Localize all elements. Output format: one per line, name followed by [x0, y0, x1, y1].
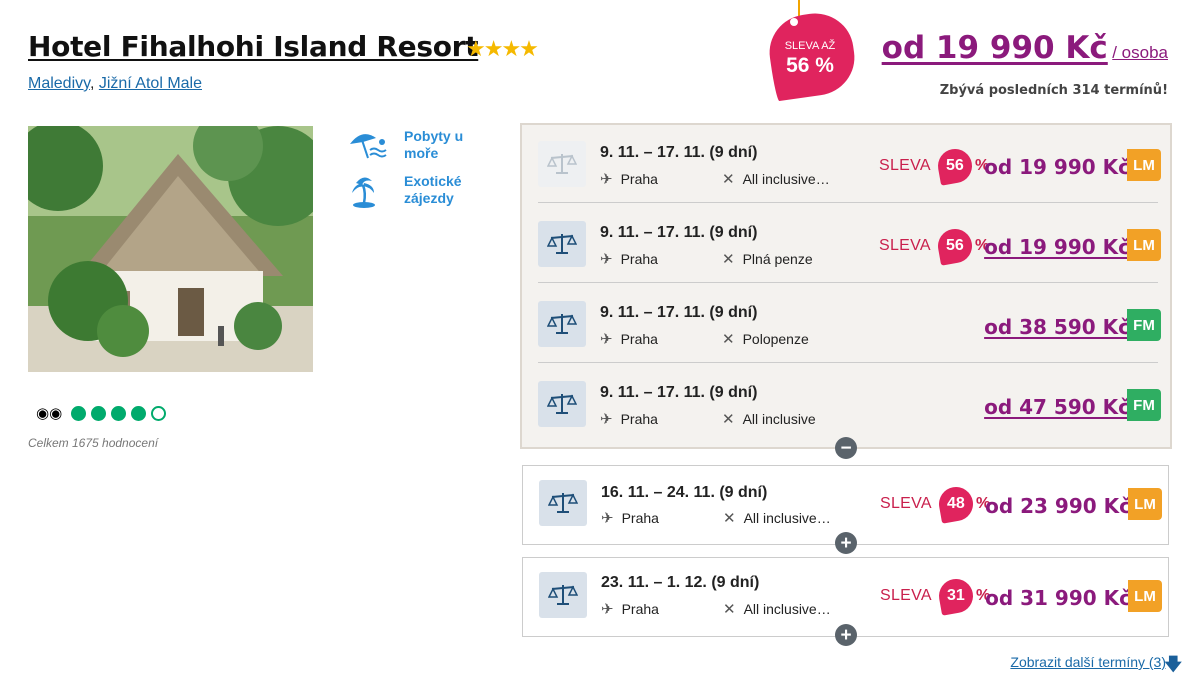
- term-price[interactable]: od 19 990 Kč: [984, 155, 1130, 179]
- category-label[interactable]: Exotické zájezdy: [404, 173, 484, 213]
- term-departure: ✈ Praha: [601, 510, 659, 527]
- term-board: ✕ All inclusive: [722, 411, 816, 428]
- headline-price-amount[interactable]: od 19 990 Kč: [882, 30, 1108, 66]
- term-date: 9. 11. – 17. 11. (9 dní): [600, 304, 758, 321]
- arrow-down-icon[interactable]: 🡇: [1165, 652, 1182, 681]
- compare-scale-icon[interactable]: [539, 572, 587, 618]
- cutlery-icon: ✕: [723, 510, 736, 527]
- plane-icon: ✈: [601, 510, 614, 527]
- term-price[interactable]: od 31 990 Kč: [985, 586, 1131, 610]
- rating-dot-full: [111, 405, 127, 421]
- term-group-expanded: 9. 11. – 17. 11. (9 dní) ✈ Praha ✕ All inc…: [520, 123, 1172, 449]
- beach-umbrella-icon: [350, 134, 387, 159]
- breadcrumb: Maledivy, Jižní Atol Male: [28, 75, 202, 92]
- sale-label: SLEVA: [880, 587, 932, 604]
- term-price[interactable]: od 23 990 Kč: [985, 494, 1131, 518]
- last-minute-badge: LM: [1128, 580, 1162, 612]
- hotel-title[interactable]: Hotel Fihalhohi Island Resort: [28, 30, 479, 63]
- rating-count: Celkem 1675 hodnocení: [28, 436, 159, 450]
- cutlery-icon: ✕: [722, 251, 735, 268]
- compare-scale-icon[interactable]: [538, 301, 586, 347]
- last-minute-badge: LM: [1128, 488, 1162, 520]
- term-row[interactable]: 9. 11. – 17. 11. (9 dní) ✈ Praha ✕ All inc…: [536, 125, 1162, 203]
- discount-badge: 48: [936, 484, 976, 524]
- category-exotic[interactable]: Exotické zájezdy: [348, 173, 484, 213]
- term-departure: ✈ Praha: [600, 331, 658, 348]
- plane-icon: ✈: [600, 411, 613, 428]
- region-link[interactable]: Jižní Atol Male: [99, 75, 202, 92]
- cutlery-icon: ✕: [723, 601, 736, 618]
- term-board: ✕ All inclusive…: [723, 601, 831, 618]
- term-date: 9. 11. – 17. 11. (9 dní): [600, 384, 758, 401]
- term-price[interactable]: od 19 990 Kč: [984, 235, 1130, 259]
- cutlery-icon: ✕: [722, 331, 735, 348]
- cutlery-icon: ✕: [722, 411, 735, 428]
- plane-icon: ✈: [601, 601, 614, 618]
- max-discount-tag: SLEVA AŽ 56 %: [764, 0, 860, 102]
- rating-dot-full: [131, 405, 147, 421]
- rating-dot-full: [91, 405, 107, 421]
- rating-dot-full: [71, 405, 87, 421]
- category-beach[interactable]: Pobyty u moře: [348, 128, 484, 168]
- cutlery-icon: ✕: [722, 171, 735, 188]
- expand-toggle-icon[interactable]: +: [835, 624, 857, 646]
- sale-label: SLEVA: [879, 157, 931, 174]
- show-more-terms-link[interactable]: Zobrazit další termíny (3): [1010, 654, 1166, 670]
- headline-price[interactable]: od 19 990 Kč / osoba: [882, 30, 1168, 66]
- headline-price-per[interactable]: / osoba: [1112, 43, 1168, 62]
- term-row[interactable]: 9. 11. – 17. 11. (9 dní) ✈ Praha ✕ All inc…: [536, 365, 1162, 443]
- term-row[interactable]: 9. 11. – 17. 11. (9 dní) ✈ Praha ✕ Polopen…: [536, 285, 1162, 363]
- term-row[interactable]: 9. 11. – 17. 11. (9 dní) ✈ Praha ✕ Plná pe…: [536, 205, 1162, 283]
- term-date: 16. 11. – 24. 11. (9 dní): [601, 484, 768, 501]
- collapse-toggle-icon[interactable]: −: [835, 437, 857, 459]
- compare-scale-icon[interactable]: [538, 381, 586, 427]
- term-board: ✕ Plná penze: [722, 251, 813, 268]
- term-date: 9. 11. – 17. 11. (9 dní): [600, 224, 758, 241]
- plane-icon: ✈: [600, 171, 613, 188]
- term-departure: ✈ Praha: [600, 251, 658, 268]
- term-departure: ✈ Praha: [600, 411, 658, 428]
- expand-toggle-icon[interactable]: +: [835, 532, 857, 554]
- country-link[interactable]: Maledivy: [28, 75, 90, 92]
- term-price[interactable]: od 47 590 Kč: [984, 395, 1130, 419]
- discount-badge: 31: [936, 576, 976, 616]
- tripadvisor-owl-icon: ◉◉: [36, 405, 63, 422]
- sale-label: SLEVA: [880, 495, 932, 512]
- term-board: ✕ All inclusive…: [722, 171, 830, 188]
- term-board: ✕ Polopenze: [722, 331, 809, 348]
- last-minute-badge: LM: [1127, 229, 1161, 261]
- last-minute-badge: LM: [1127, 149, 1161, 181]
- hotel-photo[interactable]: [28, 126, 313, 372]
- tripadvisor-rating[interactable]: ◉◉: [36, 404, 167, 422]
- palm-island-icon: [352, 177, 375, 208]
- plane-icon: ✈: [600, 251, 613, 268]
- term-board: ✕ All inclusive…: [723, 510, 831, 527]
- compare-scale-icon[interactable]: [538, 141, 586, 187]
- category-label[interactable]: Pobyty u moře: [404, 128, 484, 168]
- hotel-stars: ★★★★: [466, 36, 539, 61]
- term-departure: ✈ Praha: [600, 171, 658, 188]
- term-date: 9. 11. – 17. 11. (9 dní): [600, 144, 758, 161]
- discount-badge: 56: [935, 226, 975, 266]
- compare-scale-icon[interactable]: [539, 480, 587, 526]
- term-price[interactable]: od 38 590 Kč: [984, 315, 1130, 339]
- remaining-terms-note: Zbývá posledních 314 termínů!: [939, 83, 1168, 98]
- term-departure: ✈ Praha: [601, 601, 659, 618]
- max-discount-label: SLEVA AŽ: [784, 40, 836, 52]
- first-minute-badge: FM: [1127, 389, 1161, 421]
- max-discount-value: 56 %: [786, 54, 834, 77]
- plane-icon: ✈: [600, 331, 613, 348]
- term-date: 23. 11. – 1. 12. (9 dní): [601, 574, 760, 591]
- rating-dot-empty: [151, 405, 167, 421]
- sale-label: SLEVA: [879, 237, 931, 254]
- first-minute-badge: FM: [1127, 309, 1161, 341]
- compare-scale-icon[interactable]: [538, 221, 586, 267]
- discount-badge: 56: [935, 146, 975, 186]
